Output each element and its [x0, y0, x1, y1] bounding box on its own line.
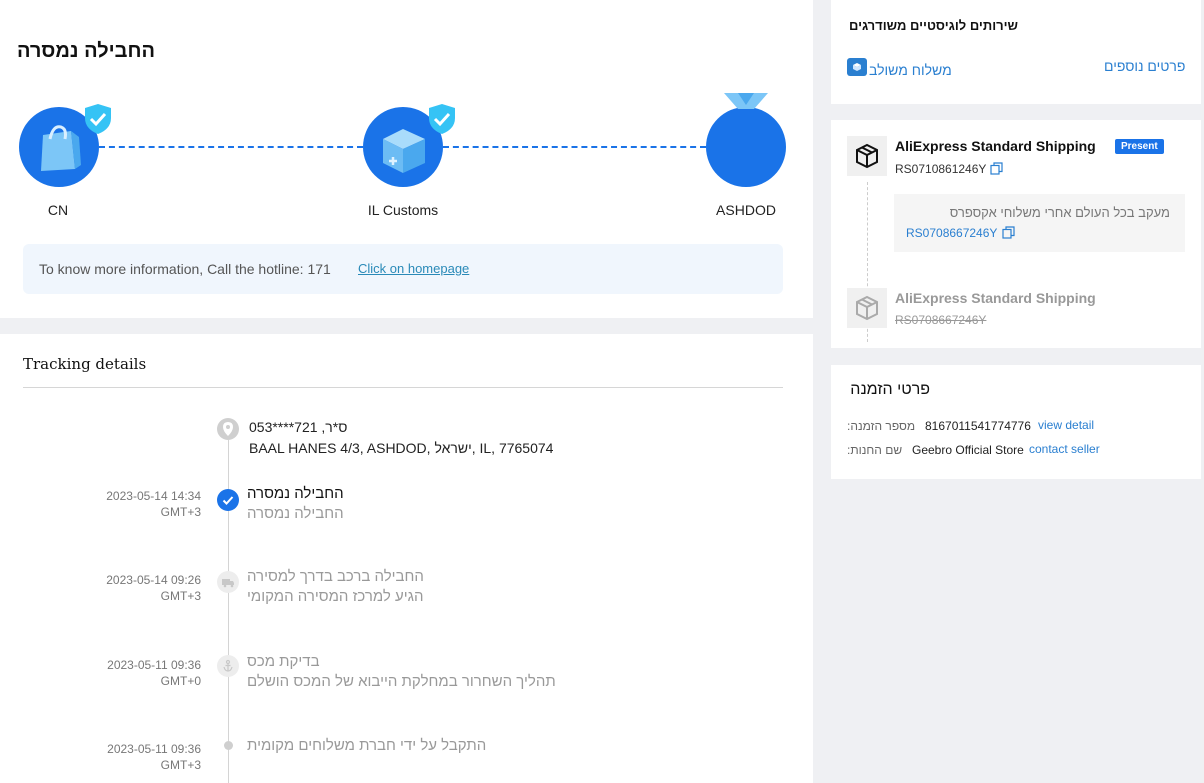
event-time: 2023-05-11 09:36 GMT+0: [60, 657, 201, 689]
event-timezone: GMT+0: [160, 674, 201, 688]
route-line-1: [99, 146, 363, 148]
tracking-number: RS0710861246Y: [895, 162, 987, 176]
event-timezone: GMT+3: [160, 505, 201, 519]
location-pin-icon: [217, 418, 239, 440]
event-subtitle: החבילה נמסרה: [247, 505, 344, 522]
delivery-status-card: החבילה נמסרה CN IL Customs ASHDOD To kno…: [0, 0, 813, 318]
dot-icon: [224, 741, 233, 750]
shipping-method-name: AliExpress Standard Shipping: [895, 138, 1096, 154]
order-details-card: פרטי הזמנה מספר הזמנה: 8167011541774776 …: [831, 365, 1201, 479]
address-recipient: ס*ר, 721****053: [249, 419, 348, 435]
logistics-services-card: שירותים לוגיסטיים משודרגים משלוח משולב פ…: [831, 0, 1201, 104]
event-timezone: GMT+3: [160, 589, 201, 603]
event-title: החבילה ברכב בדרך למסירה: [247, 568, 424, 585]
route-node-customs: [363, 104, 455, 187]
event-date: 2023-05-14 09:26: [106, 573, 201, 587]
event-timezone: GMT+3: [160, 758, 201, 772]
event-time: 2023-05-14 09:26 GMT+3: [60, 572, 201, 604]
old-tracking-number: RS0708667246Y: [895, 313, 987, 327]
homepage-link[interactable]: Click on homepage: [358, 261, 469, 276]
event-date: 2023-05-11 09:36: [107, 742, 201, 756]
shipping-method-name: AliExpress Standard Shipping: [895, 290, 1096, 306]
truck-icon: [217, 571, 239, 593]
status-title: החבילה נמסרה: [16, 40, 155, 62]
event-time: 2023-05-14 14:34 GMT+3: [60, 488, 201, 520]
event-title: החבילה נמסרה: [247, 485, 344, 502]
delivery-pin-icon: [724, 93, 768, 109]
tracking-note: מעקב בכל העולם אחרי משלוחי אקספרס: [949, 205, 1170, 220]
event-title: התקבל על ידי חברת משלוחים מקומית: [247, 737, 487, 754]
store-name: Geebro Official Store: [912, 443, 1024, 457]
box-icon-inactive: [847, 288, 887, 328]
tracking-heading: Tracking details: [23, 355, 147, 373]
route-node-label: ASHDOD: [716, 202, 776, 218]
hotline-banner: To know more information, Call the hotli…: [23, 244, 783, 294]
event-title: בדיקת מכס: [247, 653, 320, 670]
route-node-ashdod: [706, 93, 786, 187]
present-badge: Present: [1115, 139, 1164, 154]
check-icon: [217, 489, 239, 511]
event-subtitle: תהליך השחרור במחלקת הייבוא של המכס הושלם: [247, 673, 556, 690]
anchor-icon: [217, 655, 239, 677]
order-number-label: מספר הזמנה:: [847, 419, 916, 433]
event-date: 2023-05-14 14:34: [106, 489, 201, 503]
copy-icon[interactable]: [990, 162, 1003, 175]
route-line-2: [443, 146, 706, 148]
verified-shield-icon: [429, 104, 455, 134]
more-details-link[interactable]: פרטים נוספים: [1104, 58, 1185, 74]
event-date: 2023-05-11 09:36: [107, 658, 201, 672]
tracking-number-link[interactable]: RS0708667246Y: [906, 226, 997, 240]
box-icon: [847, 136, 887, 176]
view-detail-link[interactable]: view detail: [1038, 418, 1094, 432]
tracking-details-card: Tracking details ס*ר, 721****053 BAAL HA…: [0, 334, 813, 783]
shipping-method-card: AliExpress Standard Shipping Present RS0…: [831, 120, 1201, 348]
hotline-text: To know more information, Call the hotli…: [39, 261, 331, 277]
divider: [23, 387, 783, 388]
store-name-label: שם החנות:: [847, 443, 903, 457]
worldwide-tracking-box: מעקב בכל העולם אחרי משלוחי אקספרס RS0708…: [894, 194, 1185, 252]
logistics-title: שירותים לוגיסטיים משודרגים: [849, 18, 1018, 33]
address-street: BAAL HANES 4/3, ASHDOD, ישראל, IL, 77650…: [249, 440, 554, 456]
verified-shield-icon: [85, 104, 111, 134]
order-number: 8167011541774776: [925, 419, 1031, 433]
order-title: פרטי הזמנה: [850, 381, 930, 398]
package-icon: [847, 58, 867, 76]
route-node-label: IL Customs: [367, 202, 439, 218]
event-subtitle: הגיע למרכז המסירה המקומי: [247, 588, 424, 605]
route-node-cn: [19, 104, 111, 187]
copy-icon[interactable]: [1002, 226, 1015, 239]
combined-shipping-link[interactable]: משלוח משולב: [869, 62, 952, 78]
route-node-label: CN: [47, 202, 69, 218]
contact-seller-link[interactable]: contact seller: [1029, 442, 1100, 456]
event-time: 2023-05-11 09:36 GMT+3: [60, 741, 201, 773]
